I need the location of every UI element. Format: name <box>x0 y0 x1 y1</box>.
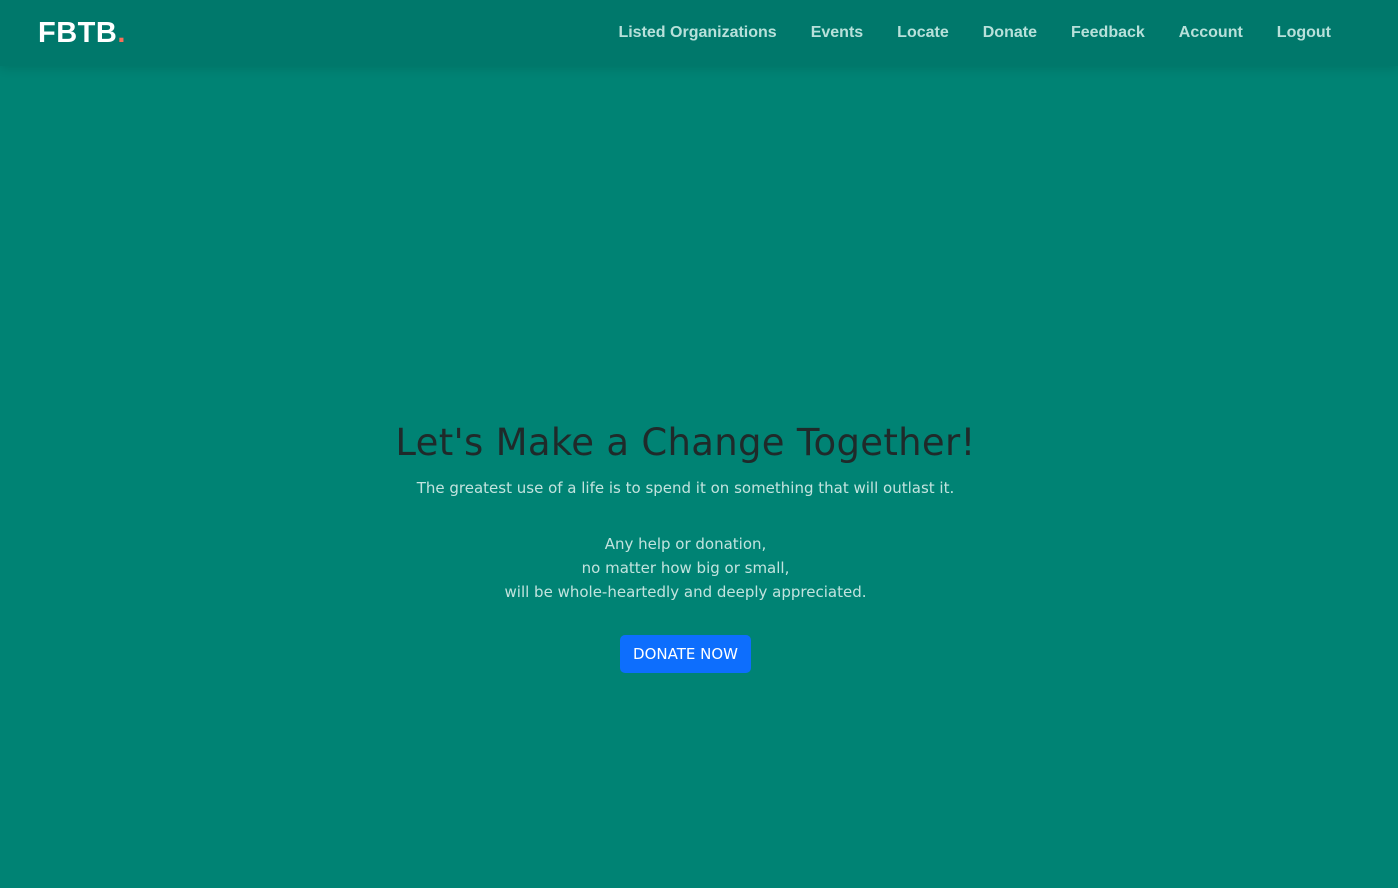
nav-link-donate[interactable]: Donate <box>983 23 1037 43</box>
logo-dot: . <box>117 17 126 49</box>
nav-link-logout[interactable]: Logout <box>1277 23 1331 43</box>
top-navbar: FBTB. Listed Organizations Events Locate… <box>0 0 1398 66</box>
appeal-line: Any help or donation, <box>604 535 767 553</box>
donate-now-button[interactable]: DONATE NOW <box>620 635 751 673</box>
appeal-line: no matter how big or small, <box>581 559 790 577</box>
hero-appeal: Any help or donation, no matter how big … <box>0 532 1371 604</box>
nav-link-account[interactable]: Account <box>1179 23 1243 43</box>
nav-link-listed-organizations[interactable]: Listed Organizations <box>618 23 776 43</box>
main-nav: Listed Organizations Events Locate Donat… <box>618 0 1331 66</box>
appeal-line: will be whole-heartedly and deeply appre… <box>504 583 867 601</box>
logo-text: FBTB <box>38 17 118 49</box>
nav-link-feedback[interactable]: Feedback <box>1071 23 1145 43</box>
hero-section: Let's Make a Change Together! The greate… <box>0 418 1371 673</box>
nav-link-events[interactable]: Events <box>811 23 863 43</box>
hero-title: Let's Make a Change Together! <box>395 421 976 464</box>
hero-subtitle: The greatest use of a life is to spend i… <box>416 479 955 497</box>
nav-link-locate[interactable]: Locate <box>897 23 949 43</box>
site-logo[interactable]: FBTB. <box>38 15 126 51</box>
